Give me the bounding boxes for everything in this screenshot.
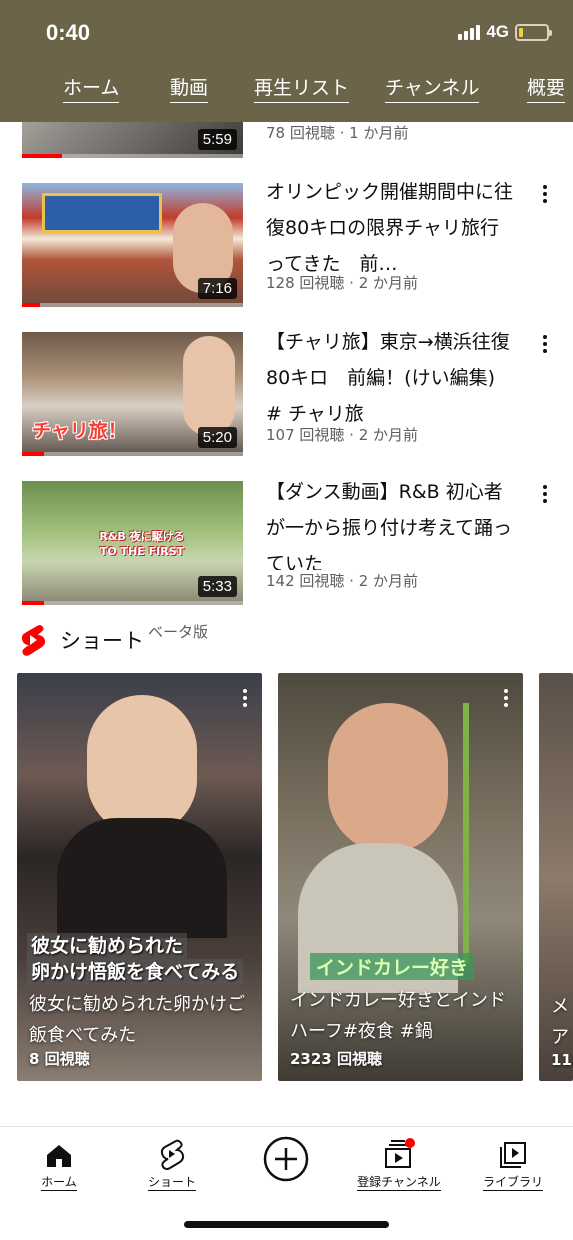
nav-create[interactable] xyxy=(231,1136,341,1183)
tab-videos[interactable]: 動画 xyxy=(170,76,209,103)
status-indicators: 4G xyxy=(458,22,552,42)
shorts-heading: ショート xyxy=(60,629,144,653)
short-card[interactable]: 彼女に勧められた 卵かけ悟飯を食べてみる 彼女に勧められた卵かけご飯食べてみた … xyxy=(17,673,262,1081)
short-views: 2323 回視聴 xyxy=(290,1050,382,1068)
nav-label: 登録チャンネル xyxy=(357,1175,441,1191)
video-duration: 7:16 xyxy=(197,278,237,299)
channel-header: 0:40 4G ホーム 動画 再生リスト チャンネル 概要 xyxy=(0,0,573,122)
watch-progress xyxy=(22,154,243,158)
nav-shorts[interactable]: ショート xyxy=(117,1137,227,1191)
short-title[interactable]: メ ア xyxy=(551,991,571,1053)
thumbnail-overlay-text: TO THE FIRST xyxy=(99,545,185,558)
channel-tabs: ホーム 動画 再生リスト チャンネル 概要 xyxy=(0,76,573,106)
beta-badge: ベータ版 xyxy=(148,622,209,641)
short-title[interactable]: インドカレー好きとインドハーフ#夜食 #鍋 xyxy=(290,985,515,1047)
nav-label: ショート xyxy=(147,1175,196,1191)
watch-progress xyxy=(22,303,243,307)
battery-icon xyxy=(515,23,552,41)
short-card[interactable]: メ ア 112 xyxy=(539,673,573,1081)
short-caption: 卵かけ悟飯を食べてみる xyxy=(27,959,244,985)
subscriptions-icon xyxy=(385,1138,415,1168)
watch-progress-fill xyxy=(22,452,45,456)
short-card[interactable]: インドカレー好き インドカレー好きとインドハーフ#夜食 #鍋 2323 回視聴 xyxy=(278,673,523,1081)
tab-playlists[interactable]: 再生リスト xyxy=(254,76,350,103)
nav-label: ライブラリ xyxy=(482,1175,543,1191)
thumbnail-overlay-text: R&B 夜に駆ける xyxy=(99,530,185,543)
nav-label: ホーム xyxy=(41,1175,77,1191)
short-caption: インドカレー好き xyxy=(310,953,475,980)
create-plus-icon xyxy=(263,1136,309,1182)
video-title[interactable]: 【ダンス動画】R&B 初心者が一から振り付け考えて踊っていた xyxy=(266,474,516,582)
library-icon xyxy=(500,1142,526,1168)
watch-progress-fill xyxy=(22,154,62,158)
status-time: 0:40 xyxy=(46,20,91,45)
watch-progress xyxy=(22,601,243,605)
more-options-icon[interactable] xyxy=(538,185,552,205)
tab-channels[interactable]: チャンネル xyxy=(385,76,480,103)
watch-progress-fill xyxy=(22,601,45,605)
signal-icon xyxy=(458,24,481,40)
video-meta: 128 回視聴 · 2 か月前 xyxy=(266,272,423,293)
video-meta: 142 回視聴 · 2 か月前 xyxy=(266,570,423,591)
video-meta: 107 回視聴 · 2 か月前 xyxy=(266,424,423,445)
short-title[interactable]: 彼女に勧められた卵かけご飯食べてみた xyxy=(29,989,254,1051)
video-meta: 78 回視聴 · 1 か月前 xyxy=(266,122,413,143)
more-options-icon[interactable] xyxy=(538,485,552,505)
video-title[interactable]: オリンピック開催期間中に往復80キロの限界チャリ旅行ってきた 前… xyxy=(266,174,516,282)
more-options-icon[interactable] xyxy=(538,335,552,355)
video-title[interactable]: 【チャリ旅】東京→横浜往復80キロ 前編！(けい編集) # チャリ旅 xyxy=(266,324,516,432)
video-thumbnail[interactable]: チャリ旅！ 5:20 xyxy=(22,332,243,456)
tab-about[interactable]: 概要 xyxy=(527,76,566,103)
home-icon xyxy=(47,1145,71,1167)
video-thumbnail[interactable]: R&B 夜に駆ける TO THE FIRST 5:33 xyxy=(22,481,243,605)
video-duration: 5:20 xyxy=(197,427,237,448)
shorts-logo-icon xyxy=(21,625,46,656)
video-duration: 5:33 xyxy=(197,576,237,597)
nav-subscriptions[interactable]: 登録チャンネル xyxy=(344,1137,454,1191)
shorts-icon xyxy=(160,1139,185,1170)
nav-home[interactable]: ホーム xyxy=(4,1137,114,1191)
more-options-icon[interactable] xyxy=(503,689,509,707)
watch-progress-fill xyxy=(22,303,40,307)
tab-home[interactable]: ホーム xyxy=(63,76,120,103)
thumbnail-overlay-text: チャリ旅！ xyxy=(32,420,127,442)
nav-library[interactable]: ライブラリ xyxy=(458,1137,568,1191)
more-options-icon[interactable] xyxy=(242,689,248,707)
short-views: 8 回視聴 xyxy=(29,1050,90,1068)
short-caption: 彼女に勧められた xyxy=(27,933,188,959)
short-views: 112 xyxy=(551,1051,573,1069)
home-indicator[interactable] xyxy=(184,1221,389,1228)
shorts-section-header: ショート ベータ版 xyxy=(20,620,208,660)
video-thumbnail[interactable]: 7:16 xyxy=(22,183,243,307)
network-type: 4G xyxy=(486,22,509,41)
watch-progress xyxy=(22,452,243,456)
video-duration: 5:59 xyxy=(197,129,237,150)
